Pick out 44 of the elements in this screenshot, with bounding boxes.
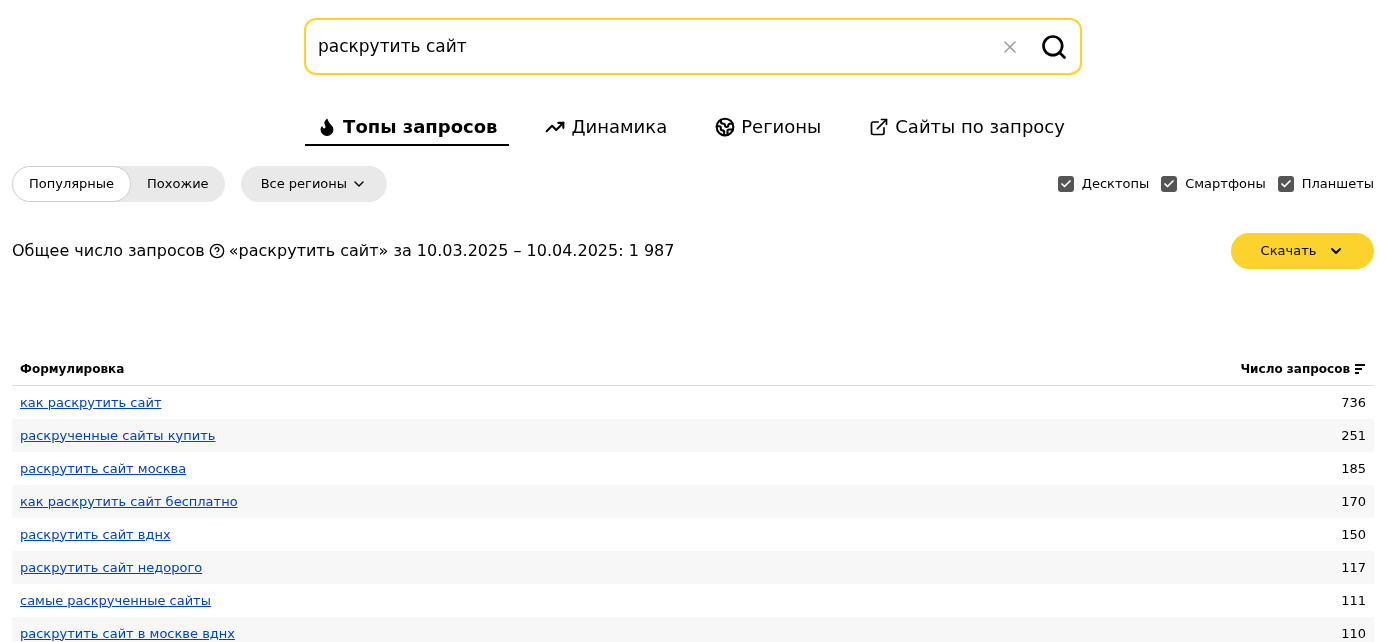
summary-text: «раскрутить сайт» за 10.03.2025 – 10.04.2025: 1 987: [228, 240, 675, 262]
tab[interactable]: Динамика: [533, 113, 680, 146]
count-cell-text: 110: [1341, 624, 1366, 642]
count-cell-text: 170: [1341, 492, 1366, 511]
count-cell-text: 736: [1341, 393, 1366, 412]
download-button[interactable]: Скачать: [1231, 233, 1374, 269]
check-icon: [1059, 178, 1072, 190]
count-cell-text: 111: [1341, 591, 1366, 610]
checkbox[interactable]: [1161, 176, 1178, 192]
query-link[interactable]: как раскрутить сайт бесплатно: [20, 491, 1342, 512]
search-field[interactable]: раскрутить сайт: [304, 18, 1082, 75]
query-link[interactable]: раскрутить сайт недорого: [20, 557, 1342, 578]
check-icon: [1163, 178, 1176, 190]
count-cell-text: 150: [1341, 525, 1366, 544]
mode-option[interactable]: Похожие: [131, 166, 225, 202]
checkbox-label: Смартфоны: [1185, 175, 1266, 194]
query-link[interactable]: самые раскрученные сайты: [20, 590, 1342, 611]
query-link[interactable]: раскрутить сайт москва: [20, 458, 1342, 479]
search-icon[interactable]: [1040, 32, 1068, 61]
query-link[interactable]: как раскрутить сайт: [20, 392, 1342, 413]
column-header[interactable]: Число запросов: [1240, 359, 1350, 378]
check-icon: [1279, 178, 1292, 190]
region-dropdown[interactable]: Все регионы: [240, 166, 388, 202]
tab[interactable]: Сайты по запросу: [857, 113, 1077, 146]
external-link-icon: [869, 116, 890, 137]
checkbox-label: Планшеты: [1301, 175, 1374, 194]
tab[interactable]: Регионы: [703, 113, 834, 146]
query-link[interactable]: раскрученные сайты купить: [20, 425, 1342, 446]
count-cell-text: 117: [1341, 558, 1366, 577]
checkbox[interactable]: [1277, 176, 1294, 192]
summary-label: Общее число запросов: [12, 240, 205, 262]
globe-icon: [715, 116, 736, 137]
checkbox[interactable]: [1057, 176, 1074, 192]
count-cell-text: 251: [1341, 426, 1366, 445]
tab[interactable]: Топы запросов: [305, 113, 510, 146]
query-link[interactable]: раскрутить сайт в москве вднх: [20, 623, 1342, 642]
query-link[interactable]: раскрутить сайт вднх: [20, 524, 1342, 545]
help-icon[interactable]: [208, 243, 225, 259]
search-query: раскрутить сайт: [318, 34, 468, 58]
checkbox-label: Десктопы: [1081, 175, 1150, 194]
column-header: Формулировка: [20, 360, 126, 378]
sort-icon[interactable]: [1354, 362, 1366, 375]
count-cell-text: 185: [1341, 459, 1366, 478]
mode-option[interactable]: Популярные: [12, 166, 132, 202]
